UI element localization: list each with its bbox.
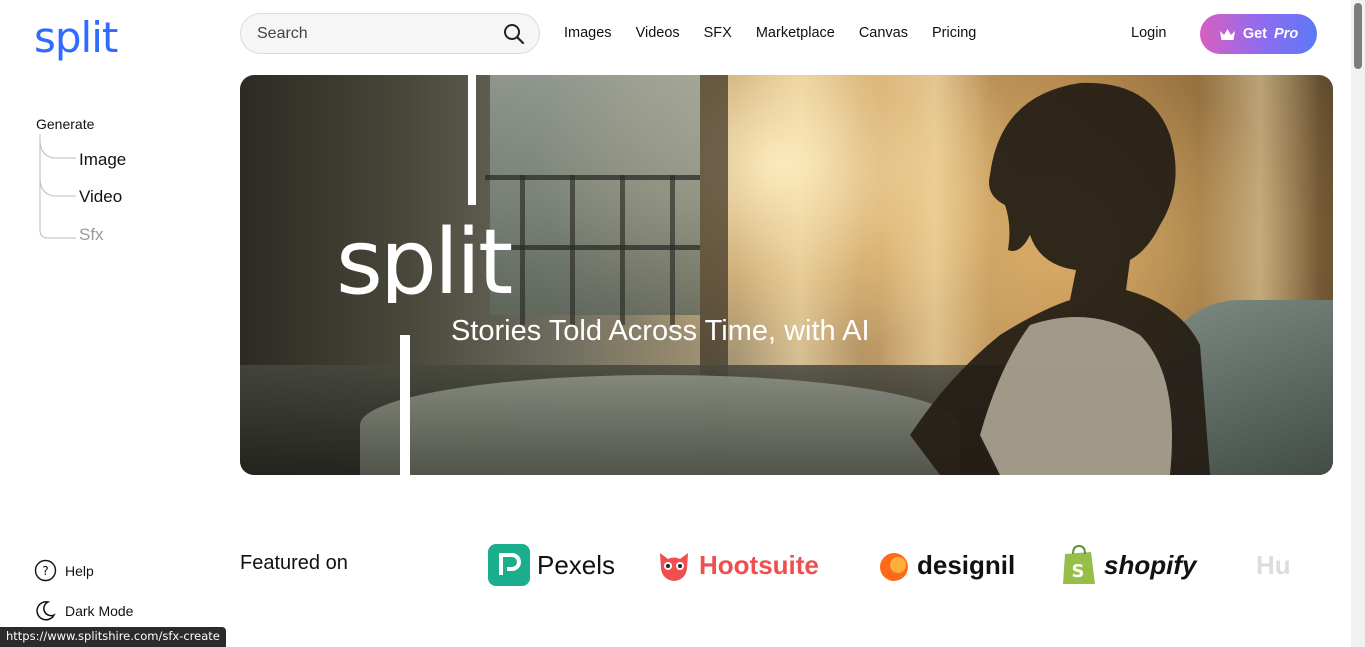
search-icon[interactable] xyxy=(503,23,525,45)
nav-pricing[interactable]: Pricing xyxy=(932,25,976,41)
nav-images[interactable]: Images xyxy=(564,25,612,41)
sidebar: Generate Image Video Sfx ? Help Dark Mod… xyxy=(0,0,230,647)
svg-text:S: S xyxy=(1072,561,1085,582)
partner-designil[interactable]: designil xyxy=(878,540,1015,590)
nav-marketplace[interactable]: Marketplace xyxy=(756,25,835,41)
sidebar-item-sfx[interactable]: Sfx xyxy=(79,225,104,245)
partner-faded[interactable]: Hu xyxy=(1256,540,1296,590)
blanket xyxy=(360,375,960,475)
hootsuite-name: Hootsuite xyxy=(699,549,819,580)
person-silhouette xyxy=(910,82,1210,475)
hero-banner[interactable]: split Stories Told Across Time, with AI xyxy=(240,75,1333,475)
balcony-rail xyxy=(485,175,700,180)
help-label: Help xyxy=(65,562,94,579)
sidebar-item-video[interactable]: Video xyxy=(79,187,122,207)
generate-title: Generate xyxy=(36,116,95,132)
search-bar[interactable] xyxy=(240,13,540,54)
partner-shopify[interactable]: S shopify xyxy=(1061,540,1196,590)
balcony-post xyxy=(570,175,575,325)
featured-on-label: Featured on xyxy=(240,552,348,574)
search-input[interactable] xyxy=(257,24,503,43)
login-link[interactable]: Login xyxy=(1131,25,1166,41)
brand-split-line xyxy=(400,335,410,475)
flame-logo-icon xyxy=(880,553,908,581)
svg-text:?: ? xyxy=(42,564,48,578)
shopping-bag-icon: S xyxy=(1063,544,1095,584)
pexels-name: Pexels xyxy=(537,549,616,580)
partner-hootsuite[interactable]: Hootsuite xyxy=(656,540,819,590)
balcony-post xyxy=(620,175,625,325)
brand-split-line xyxy=(468,75,476,205)
page-scrollbar[interactable] xyxy=(1351,0,1365,647)
svg-text:split: split xyxy=(336,210,512,303)
pexels-logo-icon xyxy=(488,544,530,586)
dark-mode-toggle[interactable]: Dark Mode xyxy=(34,599,133,622)
partner-pexels[interactable]: Pexels xyxy=(488,540,615,590)
balcony-post xyxy=(670,175,675,325)
owl-logo-icon xyxy=(660,553,688,581)
hero-tagline: Stories Told Across Time, with AI xyxy=(451,315,870,347)
nav-canvas[interactable]: Canvas xyxy=(859,25,908,41)
get-pro-prefix: Get xyxy=(1242,26,1267,42)
faded-partner-name: Hu xyxy=(1256,549,1291,580)
help-link[interactable]: ? Help xyxy=(34,559,94,582)
crown-icon xyxy=(1219,28,1235,40)
nav-videos[interactable]: Videos xyxy=(636,25,680,41)
sidebar-item-image[interactable]: Image xyxy=(79,150,126,170)
help-circle-icon: ? xyxy=(34,559,57,582)
designil-name: designil xyxy=(917,549,1016,580)
nav-sfx[interactable]: SFX xyxy=(704,25,732,41)
hero-split-logo-icon: split xyxy=(336,210,515,303)
moon-icon xyxy=(36,601,56,621)
shopify-name: shopify xyxy=(1104,549,1197,580)
main-nav: Images Videos SFX Marketplace Canvas Pri… xyxy=(564,25,976,41)
scrollbar-thumb[interactable] xyxy=(1354,3,1362,69)
get-pro-button[interactable]: Get Pro xyxy=(1200,14,1317,54)
dark-mode-label: Dark Mode xyxy=(65,602,134,619)
get-pro-emph: Pro xyxy=(1274,26,1299,42)
link-status-url: https://www.splitshire.com/sfx-create xyxy=(0,627,226,647)
